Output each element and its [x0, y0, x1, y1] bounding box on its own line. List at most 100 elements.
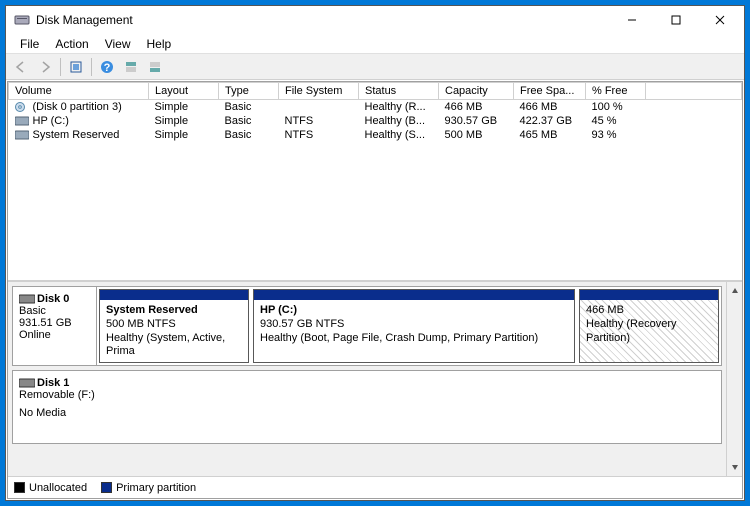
primary-stripe: [254, 290, 574, 300]
menu-help[interactable]: Help: [139, 35, 180, 53]
legend-primary: Primary partition: [101, 482, 196, 494]
volume-icon: [15, 130, 29, 140]
partition-size: 466 MB: [586, 304, 712, 318]
disk-1-name: Disk 1: [37, 377, 69, 389]
view-top-button[interactable]: [120, 56, 142, 78]
partition-status: Healthy (Recovery Partition): [586, 318, 712, 346]
disk-0-row[interactable]: Disk 0 Basic 931.51 GB Online System Res…: [12, 286, 722, 366]
column-header-spacer: [646, 83, 742, 100]
disk-1-row[interactable]: Disk 1 Removable (F:) No Media: [12, 370, 722, 444]
volume-row[interactable]: (Disk 0 partition 3)SimpleBasic Healthy (…: [9, 100, 742, 115]
menu-file[interactable]: File: [12, 35, 47, 53]
menu-action[interactable]: Action: [47, 35, 96, 53]
disk-0-name: Disk 0: [37, 293, 69, 305]
cell: NTFS: [279, 114, 359, 128]
column-header[interactable]: File System: [279, 83, 359, 100]
volumes-list[interactable]: VolumeLayoutTypeFile SystemStatusCapacit…: [8, 82, 742, 282]
disk-0-size: 931.51 GB: [19, 317, 90, 329]
disk-0-partitions: System Reserved 500 MB NTFS Healthy (Sys…: [97, 287, 721, 365]
forward-button: [34, 56, 56, 78]
disks-graphical-view: Disk 0 Basic 931.51 GB Online System Res…: [8, 282, 742, 476]
primary-stripe: [100, 290, 248, 300]
partition-size: 930.57 GB NTFS: [260, 318, 568, 332]
cell: [646, 100, 742, 115]
view-bottom-button[interactable]: [144, 56, 166, 78]
window-controls: [610, 6, 742, 34]
legend-primary-label: Primary partition: [116, 482, 196, 494]
scroll-up-icon[interactable]: [728, 284, 742, 298]
partition-size: 500 MB NTFS: [106, 318, 242, 332]
column-header[interactable]: Capacity: [439, 83, 514, 100]
cell: Basic: [219, 100, 279, 115]
cell: Simple: [149, 114, 219, 128]
cell: Healthy (B...: [359, 114, 439, 128]
disk-0-label: Disk 0 Basic 931.51 GB Online: [13, 287, 97, 365]
partition-hp-c[interactable]: HP (C:) 930.57 GB NTFS Healthy (Boot, Pa…: [253, 289, 575, 363]
toolbar-separator: [60, 58, 61, 76]
back-button: [10, 56, 32, 78]
cell: 930.57 GB: [439, 114, 514, 128]
hdd-icon: [19, 294, 35, 304]
menu-view[interactable]: View: [97, 35, 139, 53]
cell: NTFS: [279, 128, 359, 142]
cell: Basic: [219, 114, 279, 128]
primary-swatch: [101, 482, 112, 493]
scroll-down-icon[interactable]: [728, 460, 742, 474]
cell: 500 MB: [439, 128, 514, 142]
cell: 466 MB: [514, 100, 586, 115]
cell: 45 %: [586, 114, 646, 128]
partition-name: HP (C:): [260, 304, 568, 318]
cell: Healthy (S...: [359, 128, 439, 142]
column-header[interactable]: Layout: [149, 83, 219, 100]
cell: System Reserved: [9, 128, 149, 142]
cell: (Disk 0 partition 3): [9, 100, 149, 115]
volume-row[interactable]: HP (C:)SimpleBasicNTFSHealthy (B...930.5…: [9, 114, 742, 128]
legend: Unallocated Primary partition: [8, 476, 742, 498]
app-icon: [14, 12, 30, 28]
minimize-button[interactable]: [610, 6, 654, 34]
vertical-scrollbar[interactable]: [726, 282, 742, 476]
cell: [279, 100, 359, 115]
unallocated-swatch: [14, 482, 25, 493]
help-button[interactable]: ?: [96, 56, 118, 78]
volume-icon: [15, 102, 29, 112]
refresh-button[interactable]: [65, 56, 87, 78]
cell: Simple: [149, 100, 219, 115]
legend-unallocated-label: Unallocated: [29, 482, 87, 494]
volume-row[interactable]: System ReservedSimpleBasicNTFSHealthy (S…: [9, 128, 742, 142]
cell: [646, 128, 742, 142]
svg-text:?: ?: [104, 62, 111, 74]
cell: Basic: [219, 128, 279, 142]
close-button[interactable]: [698, 6, 742, 34]
cell: 100 %: [586, 100, 646, 115]
disk-1-state: No Media: [19, 407, 715, 419]
toolbar-separator: [91, 58, 92, 76]
cell: Healthy (R...: [359, 100, 439, 115]
cell: [646, 114, 742, 128]
column-header[interactable]: Volume: [9, 83, 149, 100]
partition-recovery[interactable]: 466 MB Healthy (Recovery Partition): [579, 289, 719, 363]
cell: 422.37 GB: [514, 114, 586, 128]
disk-1-type: Removable (F:): [19, 389, 715, 401]
removable-icon: [19, 378, 35, 388]
content-area: VolumeLayoutTypeFile SystemStatusCapacit…: [7, 81, 743, 499]
toolbar: ?: [6, 54, 744, 80]
partition-system-reserved[interactable]: System Reserved 500 MB NTFS Healthy (Sys…: [99, 289, 249, 363]
cell: HP (C:): [9, 114, 149, 128]
window-title: Disk Management: [36, 13, 610, 27]
column-header[interactable]: Type: [219, 83, 279, 100]
cell: Simple: [149, 128, 219, 142]
menubar: File Action View Help: [6, 34, 744, 54]
cell: 465 MB: [514, 128, 586, 142]
partition-name: System Reserved: [106, 304, 242, 318]
disk-management-window: Disk Management File Action View Help ? …: [5, 5, 745, 501]
legend-unallocated: Unallocated: [14, 482, 87, 494]
column-header[interactable]: % Free: [586, 83, 646, 100]
column-header[interactable]: Status: [359, 83, 439, 100]
maximize-button[interactable]: [654, 6, 698, 34]
titlebar: Disk Management: [6, 6, 744, 34]
disk-0-state: Online: [19, 329, 90, 341]
partition-status: Healthy (System, Active, Prima: [106, 332, 242, 360]
primary-stripe: [580, 290, 718, 300]
column-header[interactable]: Free Spa...: [514, 83, 586, 100]
